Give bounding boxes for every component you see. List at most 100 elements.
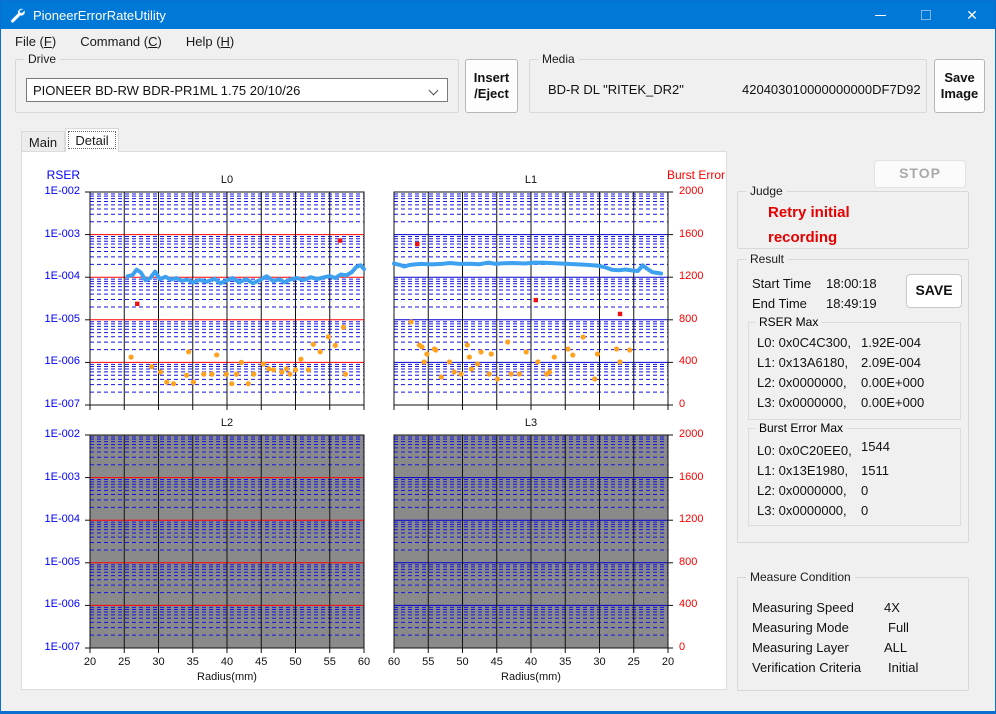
burst-max-row: L3: 0x0000000, (757, 503, 847, 518)
burst-scale-label: 400 (679, 355, 719, 367)
minimize-button[interactable] (857, 1, 903, 29)
x-tick-label: 30 (144, 656, 174, 668)
x-tick-label: 35 (550, 656, 580, 668)
result-group-label: Result (746, 252, 788, 266)
rser-scale-label: 1E-005 (22, 556, 80, 568)
burst-error-max-group: Burst Error Max L0: 0x0C20EE0, 1544 L1: … (748, 428, 961, 526)
x-tick-label: 20 (75, 656, 105, 668)
chart-L1 (394, 192, 668, 405)
rser-max-row: L0: 0x0C4C300, (757, 335, 851, 350)
x-tick-label: 40 (212, 656, 242, 668)
rser-max-value: 1.92E-004 (861, 335, 921, 350)
chart-L2 (90, 435, 364, 648)
burst-scale-label: 1200 (679, 270, 719, 282)
rser-scale-label: 1E-003 (22, 471, 80, 483)
burst-scale-label: 2000 (679, 185, 719, 197)
x-tick-label: 40 (516, 656, 546, 668)
save-button[interactable]: SAVE (906, 274, 962, 308)
rser-scale-label: 1E-007 (22, 641, 80, 653)
measuring-layer-label: Measuring Layer (752, 640, 849, 655)
rser-max-value: 0.00E+000 (861, 395, 924, 410)
burst-scale-label: 1200 (679, 513, 719, 525)
chart-title-L3: L3 (394, 417, 668, 429)
x-axis-title: Radius(mm) (394, 671, 668, 683)
media-type: BD-R DL "RITEK_DR2" (548, 82, 684, 97)
rser-scale-label: 1E-002 (22, 428, 80, 440)
x-tick-label: 30 (585, 656, 615, 668)
tab-detail[interactable]: Detail (65, 128, 119, 152)
menu-bar: File (F) Command (C) Help (H) (1, 29, 995, 53)
burst-scale-label: 400 (679, 598, 719, 610)
rser-max-value: 2.09E-004 (861, 355, 921, 370)
menu-help[interactable]: Help (H) (176, 31, 244, 52)
rser-max-row: L3: 0x0000000, (757, 395, 847, 410)
rser-scale-label: 1E-006 (22, 355, 80, 367)
start-time-label: Start Time (752, 276, 811, 291)
insert-eject-button[interactable]: Insert /Eject (465, 59, 518, 113)
burst-max-row: L0: 0x0C20EE0, (757, 443, 852, 458)
maximize-button[interactable] (903, 1, 949, 29)
x-tick-label: 45 (246, 656, 276, 668)
burst-error-max-label: Burst Error Max (755, 421, 847, 435)
burst-scale-label: 1600 (679, 228, 719, 240)
end-time-value: 18:49:19 (826, 296, 877, 311)
judge-group-label: Judge (746, 184, 787, 198)
chart-panel: RSER Burst Error L01E-0021E-0031E-0041E-… (21, 151, 727, 690)
stop-button[interactable]: STOP (874, 160, 966, 188)
burst-scale-label: 800 (679, 313, 719, 325)
app-window: PioneerErrorRateUtility ✕ File (F) Comma… (0, 0, 996, 714)
x-tick-label: 35 (178, 656, 208, 668)
tab-main[interactable]: Main (21, 131, 65, 152)
burst-scale-label: 0 (679, 641, 719, 653)
burst-max-value: 1511 (861, 463, 889, 478)
measuring-mode-label: Measuring Mode (752, 620, 849, 635)
x-tick-label: 45 (482, 656, 512, 668)
burst-max-value: 1544 (861, 439, 890, 454)
wrench-icon (9, 7, 25, 23)
burst-scale-label: 2000 (679, 428, 719, 440)
measuring-speed-value: 4X (884, 600, 900, 615)
measuring-mode-value: Full (888, 620, 909, 635)
burst-max-row: L2: 0x0000000, (757, 483, 847, 498)
close-icon: ✕ (966, 8, 978, 22)
x-tick-label: 60 (349, 656, 379, 668)
rser-scale-label: 1E-004 (22, 513, 80, 525)
window-title: PioneerErrorRateUtility (33, 8, 166, 23)
x-tick-label: 50 (448, 656, 478, 668)
rser-max-row: L2: 0x0000000, (757, 375, 847, 390)
measuring-layer-value: ALL (884, 640, 907, 655)
burst-max-row: L1: 0x13E1980, (757, 463, 848, 478)
x-tick-label: 50 (281, 656, 311, 668)
rser-scale-label: 1E-002 (22, 185, 80, 197)
maximize-icon (921, 10, 931, 20)
drive-group-label: Drive (24, 52, 60, 66)
chevron-down-icon (429, 86, 439, 96)
burst-error-axis-title: Burst Error (667, 168, 747, 182)
x-tick-label: 55 (315, 656, 345, 668)
chart-plot-L3 (394, 435, 668, 648)
rser-scale-label: 1E-006 (22, 598, 80, 610)
save-image-button[interactable]: Save Image (934, 59, 985, 113)
burst-max-value: 0 (861, 483, 868, 498)
start-time-value: 18:00:18 (826, 276, 877, 291)
close-button[interactable]: ✕ (949, 1, 995, 29)
rser-max-row: L1: 0x13A6180, (757, 355, 848, 370)
verification-criteria-label: Verification Criteria (752, 660, 861, 675)
burst-scale-label: 0 (679, 398, 719, 410)
x-axis-title: Radius(mm) (90, 671, 364, 683)
rser-scale-label: 1E-004 (22, 270, 80, 282)
chart-L0 (90, 192, 364, 405)
chart-L3 (394, 435, 668, 648)
chart-title-L1: L1 (394, 174, 668, 186)
x-tick-label: 55 (413, 656, 443, 668)
chart-plot-L1 (394, 192, 668, 405)
chart-title-L0: L0 (90, 174, 364, 186)
media-group-label: Media (538, 52, 579, 66)
drive-select[interactable]: PIONEER BD-RW BDR-PR1ML 1.75 20/10/26 (26, 78, 448, 102)
minimize-icon (875, 15, 886, 16)
menu-command[interactable]: Command (C) (70, 31, 172, 52)
rser-scale-label: 1E-007 (22, 398, 80, 410)
measure-condition-label: Measure Condition (746, 570, 855, 584)
menu-file[interactable]: File (F) (5, 31, 66, 52)
rser-max-group: RSER Max L0: 0x0C4C300, 1.92E-004 L1: 0x… (748, 322, 961, 420)
